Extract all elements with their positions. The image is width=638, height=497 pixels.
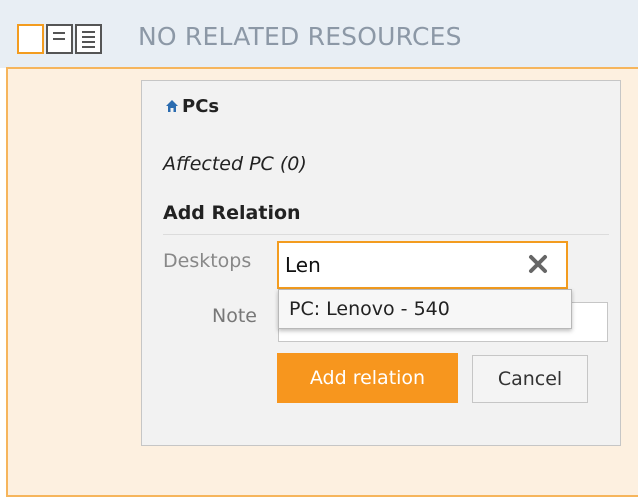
- top-bar: NO RELATED RESOURCES: [0, 0, 638, 68]
- related-resources-title: NO RELATED RESOURCES: [138, 22, 462, 51]
- desktops-search-input[interactable]: [277, 241, 568, 289]
- autocomplete-dropdown: PC: Lenovo - 540: [278, 289, 572, 329]
- home-icon: [166, 100, 178, 112]
- add-relation-button[interactable]: Add relation: [277, 353, 458, 403]
- close-icon[interactable]: [527, 253, 549, 275]
- view-switcher: [17, 24, 104, 56]
- cancel-button[interactable]: Cancel: [472, 355, 588, 403]
- affected-pc-label: Affected PC (0): [163, 153, 307, 175]
- panel-title: PCs: [182, 96, 220, 117]
- single-column-view-icon[interactable]: [17, 24, 44, 54]
- add-relation-heading: Add Relation: [163, 202, 301, 224]
- list-view-icon[interactable]: [75, 24, 102, 54]
- desktops-label: Desktops: [163, 250, 252, 272]
- divider: [163, 234, 609, 235]
- suggestion-item[interactable]: PC: Lenovo - 540: [289, 298, 450, 320]
- text-view-icon[interactable]: [46, 24, 73, 54]
- note-label: Note: [212, 305, 257, 327]
